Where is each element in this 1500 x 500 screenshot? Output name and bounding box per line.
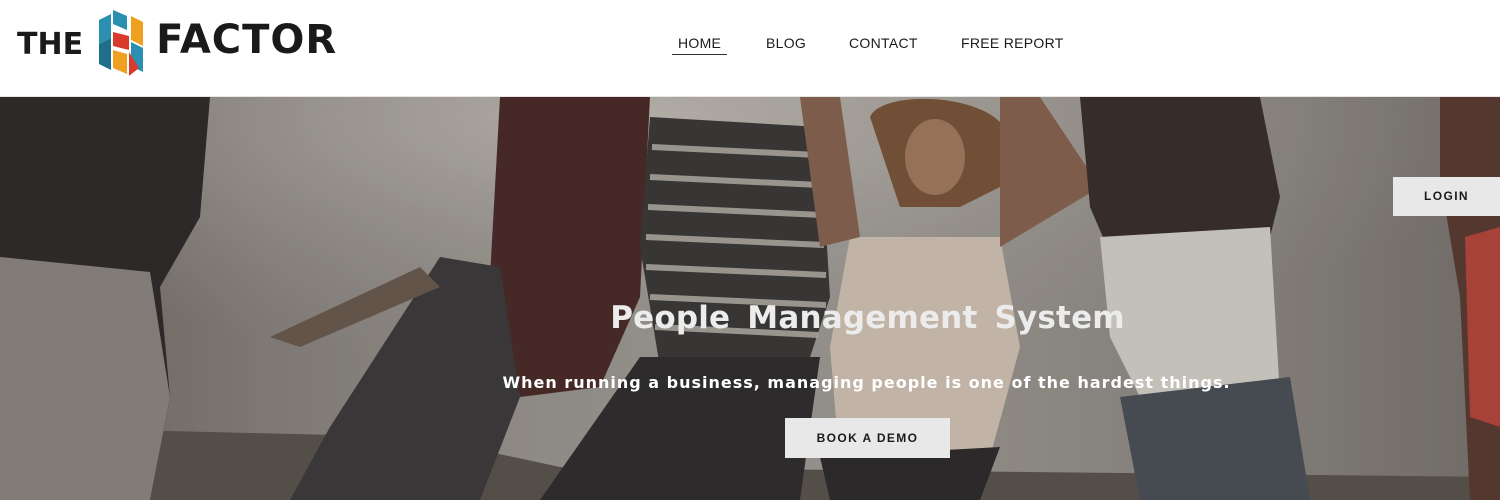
nav-link-home[interactable]: HOME bbox=[672, 35, 728, 55]
login-button[interactable]: LOGIN bbox=[1393, 177, 1500, 216]
hero-title: People Management System bbox=[610, 300, 1125, 336]
nav-link-contact[interactable]: CONTACT bbox=[849, 35, 918, 51]
nav-link-free-report[interactable]: FREE REPORT bbox=[961, 35, 1064, 51]
nav-link-blog[interactable]: BLOG bbox=[766, 35, 806, 51]
hero-overlay bbox=[0, 97, 1500, 500]
main-nav: HOME BLOG CONTACT FREE REPORT bbox=[0, 35, 1500, 59]
site-header: THE FACTOR HOME BLOG CONTACT FREE REPORT bbox=[0, 0, 1500, 97]
hero-banner: LOGIN People Management System When runn… bbox=[0, 97, 1500, 500]
hero-subtitle: When running a business, managing people… bbox=[502, 373, 1231, 392]
book-demo-button[interactable]: BOOK A DEMO bbox=[785, 418, 950, 458]
